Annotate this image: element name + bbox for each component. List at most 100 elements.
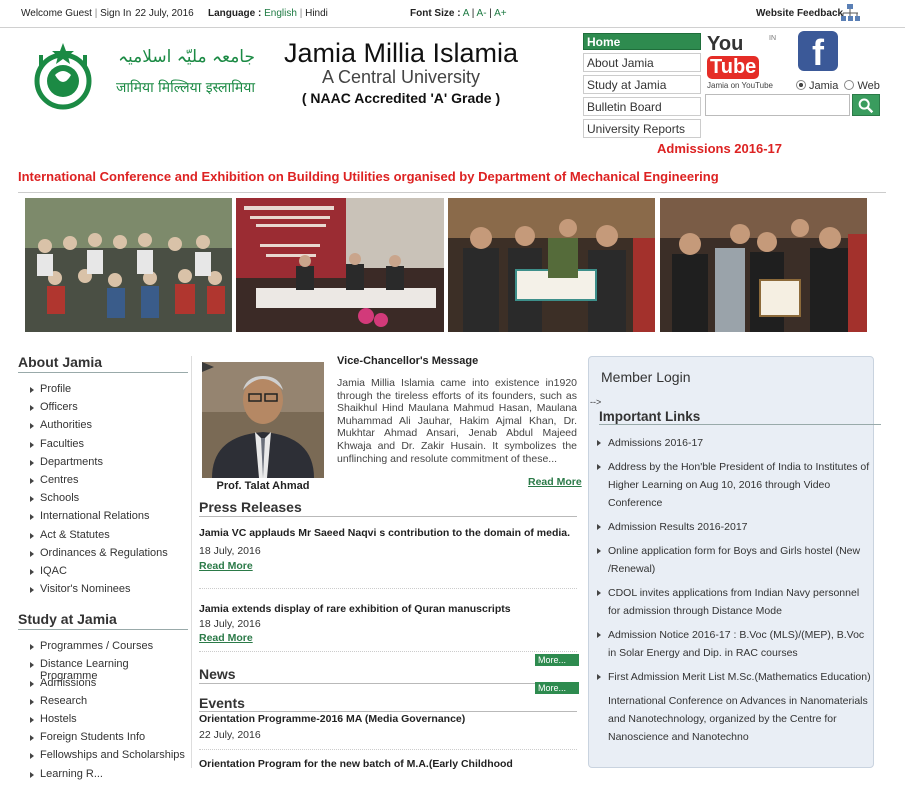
event-item-date: 22 July, 2016 xyxy=(199,729,261,741)
press-item-date: 18 July, 2016 xyxy=(199,618,261,630)
sidebar-item-schools[interactable]: Schools xyxy=(30,492,188,510)
sidebar-item-research[interactable]: Research xyxy=(30,695,188,713)
youtube-link[interactable]: YouTube IN Jamia on YouTube xyxy=(707,33,781,90)
gallery-photo-2[interactable] xyxy=(236,198,444,332)
important-link-item[interactable]: Address by the Hon'ble President of Indi… xyxy=(597,458,873,512)
sidebar-item-programmes[interactable]: Programmes / Courses xyxy=(30,640,188,658)
vc-read-more-link[interactable]: Read More xyxy=(528,476,582,488)
press-item: Jamia extends display of rare exhibition… xyxy=(199,603,577,644)
press-item-read-more[interactable]: Read More xyxy=(199,560,577,572)
news-heading: News xyxy=(199,666,236,682)
event-item-title[interactable]: Orientation Program for the new batch of… xyxy=(199,758,577,770)
top-divider xyxy=(0,27,905,28)
youtube-caption: Jamia on YouTube xyxy=(707,81,773,90)
event-separator xyxy=(199,749,577,750)
sidebar-item-visitors-nominees[interactable]: Visitor's Nominees xyxy=(30,583,188,601)
lang-english-link[interactable]: English xyxy=(264,8,297,19)
press-divider xyxy=(199,516,577,517)
sidebar-item-departments[interactable]: Departments xyxy=(30,456,188,474)
important-link-item[interactable]: First Admission Merit List M.Sc.(Mathema… xyxy=(597,668,873,686)
events-heading: Events xyxy=(199,695,245,711)
gallery-photo-4[interactable] xyxy=(660,198,867,332)
press-item: Jamia VC applauds Mr Saeed Naqvi s contr… xyxy=(199,527,577,572)
font-size-increase[interactable]: A+ xyxy=(494,8,507,19)
search-icon[interactable] xyxy=(852,94,880,116)
sidebar-item-faculties[interactable]: Faculties xyxy=(30,438,188,456)
top-bar: Welcome Guest | Sign In 22 July, 2016 La… xyxy=(0,0,905,28)
vc-portrait[interactable] xyxy=(202,362,324,478)
important-link-item[interactable]: Admissions 2016-17 xyxy=(597,434,873,452)
radio-web[interactable] xyxy=(844,80,855,90)
quick-link-about[interactable]: About Jamia xyxy=(583,53,701,72)
sidebar-item-officers[interactable]: Officers xyxy=(30,401,188,419)
facebook-icon[interactable]: f xyxy=(798,31,838,73)
welcome-text: Welcome Guest | Sign In xyxy=(21,8,132,19)
press-item-title[interactable]: Jamia VC applauds Mr Saeed Naqvi s contr… xyxy=(199,527,577,539)
vc-message-text: Jamia Millia Islamia came into existence… xyxy=(337,377,577,465)
header-divider xyxy=(18,192,886,193)
current-date: 22 July, 2016 xyxy=(135,8,194,19)
search-scope: Jamia Web xyxy=(796,80,880,92)
sign-in-link[interactable]: Sign In xyxy=(100,8,131,19)
press-separator xyxy=(199,588,577,589)
language-switcher: Language : English | Hindi xyxy=(208,8,328,19)
important-links-list: Admissions 2016-17 Address by the Hon'bl… xyxy=(597,434,873,752)
site-title: Jamia Millia Islamia xyxy=(283,38,519,68)
sidebar-item-admissions[interactable]: Admissions xyxy=(30,677,188,695)
sidebar-item-international-relations[interactable]: International Relations xyxy=(30,510,188,528)
important-link-item[interactable]: Admission Notice 2016-17 : B.Voc (MLS)/(… xyxy=(597,626,873,662)
press-item-date: 18 July, 2016 xyxy=(199,545,261,557)
about-jamia-menu: Profile Officers Authorities Faculties D… xyxy=(30,383,188,601)
event-item: Orientation Program for the new batch of… xyxy=(199,758,577,770)
hindi-name: जामिया मिल्लिया इस्लामिया xyxy=(115,80,255,96)
study-at-jamia-menu: Programmes / Courses Distance Learning P… xyxy=(30,640,188,786)
sitemap-icon[interactable] xyxy=(840,4,860,22)
quick-link-reports[interactable]: University Reports xyxy=(583,119,701,138)
important-link-item[interactable]: International Conference on Advances in … xyxy=(597,692,873,746)
sidebar-item-fellowships[interactable]: Fellowships and Scholarships xyxy=(30,749,188,767)
quick-links: Home About Jamia Study at Jamia Bulletin… xyxy=(583,33,701,141)
sidebar-item-learning-resources[interactable]: Learning R... xyxy=(30,768,188,786)
gallery-photo-1[interactable] xyxy=(25,198,232,332)
sidebar-item-foreign-students[interactable]: Foreign Students Info xyxy=(30,731,188,749)
font-size-controls: Font Size : A | A- | A+ xyxy=(410,8,507,19)
press-item-title[interactable]: Jamia extends display of rare exhibition… xyxy=(199,603,577,615)
study-at-jamia-heading: Study at Jamia xyxy=(18,611,188,631)
quick-link-home[interactable]: Home xyxy=(583,33,701,50)
important-link-item[interactable]: CDOL invites applications from Indian Na… xyxy=(597,584,873,620)
press-separator xyxy=(199,651,577,652)
site-subtitle: A Central University xyxy=(321,67,481,87)
important-link-item[interactable]: Online application form for Boys and Gir… xyxy=(597,542,873,578)
gallery-photo-3[interactable] xyxy=(448,198,655,332)
about-jamia-heading: About Jamia xyxy=(18,354,188,373)
site-title-block[interactable]: Jamia Millia Islamia A Central Universit… xyxy=(270,38,532,106)
lang-hindi-link[interactable]: Hindi xyxy=(305,8,328,19)
quick-link-study[interactable]: Study at Jamia xyxy=(583,75,701,94)
press-item-read-more[interactable]: Read More xyxy=(199,632,577,644)
search-input[interactable] xyxy=(705,94,850,116)
sidebar-item-profile[interactable]: Profile xyxy=(30,383,188,401)
radio-jamia[interactable] xyxy=(796,80,806,90)
sidebar-item-act-statutes[interactable]: Act & Statutes xyxy=(30,529,188,547)
font-size-normal[interactable]: A xyxy=(463,8,469,19)
important-link-item[interactable]: Admission Results 2016-2017 xyxy=(597,518,873,536)
admissions-link[interactable]: Admissions 2016-17 xyxy=(657,141,782,156)
jamia-logo-icon[interactable] xyxy=(33,41,93,115)
member-login-link[interactable]: Member Login xyxy=(601,369,691,385)
press-more-button[interactable]: More... xyxy=(535,654,579,666)
sidebar-item-distance-learning[interactable]: Distance Learning Programme xyxy=(30,658,188,682)
news-more-button[interactable]: More... xyxy=(535,682,579,694)
sidebar-item-ordinances[interactable]: Ordinances & Regulations xyxy=(30,547,188,565)
sidebar-item-authorities[interactable]: Authorities xyxy=(30,419,188,437)
vc-name: Prof. Talat Ahmad xyxy=(216,480,310,492)
sidebar-item-iqac[interactable]: IQAC xyxy=(30,565,188,583)
accreditation-text: ( NAAC Accredited 'A' Grade ) xyxy=(301,90,501,106)
font-size-decrease[interactable]: A- xyxy=(477,8,487,19)
sidebar-item-hostels[interactable]: Hostels xyxy=(30,713,188,731)
sidebar-item-centres[interactable]: Centres xyxy=(30,474,188,492)
quick-link-bulletin[interactable]: Bulletin Board xyxy=(583,97,701,116)
website-feedback-link[interactable]: Website Feedback xyxy=(756,8,843,19)
press-releases-heading: Press Releases xyxy=(199,499,302,515)
news-ticker[interactable]: International Conference and Exhibition … xyxy=(18,169,719,184)
event-item-title[interactable]: Orientation Programme-2016 MA (Media Gov… xyxy=(199,713,577,725)
